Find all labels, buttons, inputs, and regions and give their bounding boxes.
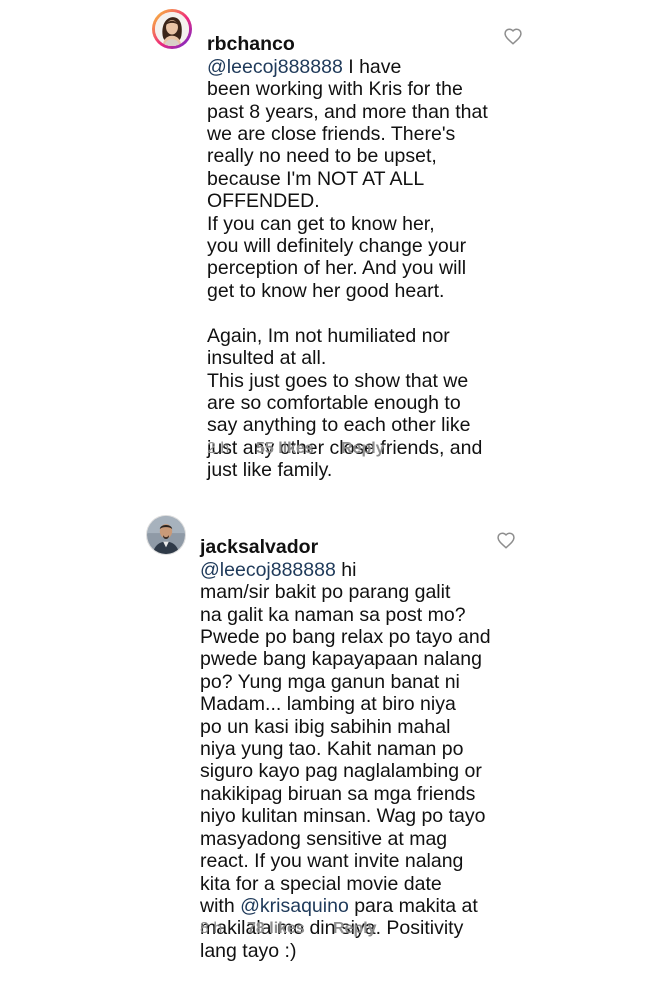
comment-username[interactable]: jacksalvador bbox=[200, 536, 318, 558]
mention-link[interactable]: @leecoj888888 bbox=[200, 559, 336, 581]
likes-count[interactable]: 78 likes bbox=[247, 920, 305, 938]
comment-body: hi mam/sir bakit po parang galit na gali… bbox=[200, 558, 491, 917]
comment-time: 8 h bbox=[200, 920, 223, 937]
heart-outline-icon bbox=[497, 532, 515, 549]
comment-meta: 8 h 78 likes Reply bbox=[200, 920, 500, 940]
user-avatar[interactable] bbox=[146, 515, 186, 555]
like-button[interactable] bbox=[496, 531, 516, 549]
reply-button[interactable]: Reply bbox=[333, 920, 377, 938]
man-portrait-avatar bbox=[147, 516, 185, 554]
comment-jacksalvador: jacksalvador @leecoj888888 hi mam/sir ba… bbox=[0, 0, 672, 996]
comment-text: jacksalvador @leecoj888888 hi mam/sir ba… bbox=[200, 514, 510, 962]
mention-link-krisaquino[interactable]: @krisaquino bbox=[240, 895, 349, 917]
